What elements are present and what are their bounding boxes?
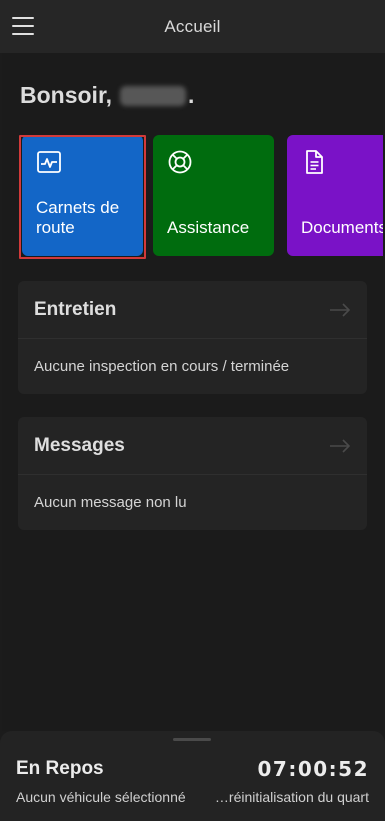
sheet-drag-handle[interactable] xyxy=(173,738,211,741)
tile-assistance[interactable]: Assistance xyxy=(153,135,274,256)
arrow-right-icon xyxy=(330,302,351,317)
greeting-text: Bonsoir, xyxy=(20,82,113,108)
blurred-user-name xyxy=(120,85,187,106)
messages-empty-text: Aucun message non lu xyxy=(34,494,187,511)
tile-carnets-de-route[interactable]: Carnets de route xyxy=(22,135,143,256)
greeting: Bonsoir, . xyxy=(20,82,194,109)
maintenance-empty-text: Aucune inspection en cours / terminée xyxy=(34,358,290,375)
lifebuoy-icon xyxy=(168,150,192,174)
logbook-chart-icon xyxy=(37,151,61,173)
tile-label: Assistance xyxy=(167,218,250,237)
messages-card-header[interactable]: Messages xyxy=(18,417,367,475)
arrow-right-icon xyxy=(330,438,351,453)
greeting-punctuation: . xyxy=(188,82,195,108)
duty-status: En Repos xyxy=(16,758,104,779)
maintenance-card-body: Aucune inspection en cours / terminée xyxy=(18,339,367,394)
tile-label: Carnets de route xyxy=(36,198,120,237)
maintenance-card-title: Entretien xyxy=(34,298,117,320)
document-icon xyxy=(306,150,323,174)
home-content: Bonsoir, . Carnets de route Assistance D… xyxy=(2,53,383,731)
maintenance-card-header[interactable]: Entretien xyxy=(18,281,367,339)
messages-card: Messages Aucun message non lu xyxy=(18,417,367,530)
quick-access-tiles: Carnets de route Assistance Documents xyxy=(19,135,383,259)
shift-timer: 07:00:52 xyxy=(257,757,369,781)
page-title: Accueil xyxy=(164,16,221,36)
maintenance-card: Entretien Aucune inspection en cours / t… xyxy=(18,281,367,394)
vehicle-status: Aucun véhicule sélectionné xyxy=(16,789,186,805)
tile-documents[interactable]: Documents xyxy=(287,135,383,256)
messages-card-title: Messages xyxy=(34,434,125,456)
hamburger-menu-icon[interactable] xyxy=(12,17,34,35)
duty-status-sheet[interactable]: En Repos 07:00:52 Aucun véhicule sélecti… xyxy=(0,731,385,821)
top-app-bar: Accueil xyxy=(0,0,385,53)
messages-card-body: Aucun message non lu xyxy=(18,475,367,530)
tile-label: Documents xyxy=(301,218,383,237)
shift-reset-label: …réinitialisation du quart xyxy=(214,789,369,805)
